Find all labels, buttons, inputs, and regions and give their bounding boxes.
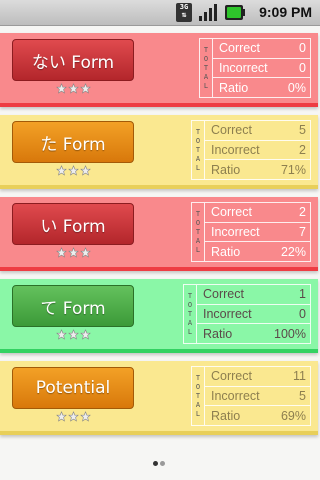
stats-panel: TOTAL Correct 5 Incorrect 2 Ratio 71%	[191, 120, 311, 180]
star-icon	[68, 247, 79, 258]
3g-icon: 3G ⇅	[176, 3, 192, 22]
stat-incorrect: Incorrect 0	[197, 305, 310, 325]
star-icon	[68, 411, 79, 422]
nai-form-button[interactable]: ない Form	[12, 39, 134, 81]
star-icon	[80, 83, 91, 94]
total-label: TOTAL	[192, 121, 205, 179]
star-icon	[68, 165, 79, 176]
stat-ratio: Ratio 22%	[211, 244, 306, 259]
star-icon	[68, 83, 79, 94]
stat-correct: Correct 5	[205, 121, 310, 141]
star-icon	[56, 411, 67, 422]
star-icon	[80, 411, 91, 422]
rating-stars	[56, 247, 91, 259]
stats-panel: TOTAL Correct 11 Incorrect 5 Ratio 69%	[191, 366, 311, 426]
card-potential: Potential TOTAL Correct 11 Incorrect 5 Rat…	[0, 361, 318, 435]
stat-incorrect: Incorrect 5	[205, 387, 310, 407]
battery-icon	[225, 5, 245, 20]
stats-panel: TOTAL Correct 2 Incorrect 7 Ratio 22%	[191, 202, 311, 262]
rating-stars	[56, 411, 91, 423]
star-icon	[56, 247, 67, 258]
stat-correct: Correct 0	[213, 39, 310, 59]
star-icon	[80, 329, 91, 340]
card-te-form: て Form TOTAL Correct 1 Incorrect 0 Ratio 10…	[0, 279, 318, 353]
te-form-button[interactable]: て Form	[12, 285, 134, 327]
stat-ratio: Ratio 100%	[203, 326, 306, 341]
star-icon	[80, 247, 91, 258]
total-label: TOTAL	[184, 285, 197, 343]
star-icon	[56, 165, 67, 176]
stat-correct: Correct 1	[197, 285, 310, 305]
page-dot	[160, 461, 165, 466]
rating-stars	[56, 329, 91, 341]
clock: 9:09 PM	[259, 4, 312, 20]
card-ta-form: た Form TOTAL Correct 5 Incorrect 2 Ratio 71…	[0, 115, 318, 189]
stat-correct: Correct 11	[205, 367, 310, 387]
stat-incorrect: Incorrect 7	[205, 223, 310, 243]
stats-panel: TOTAL Correct 0 Incorrect 0 Ratio 0%	[199, 38, 311, 98]
rating-stars	[56, 83, 91, 95]
potential-button[interactable]: Potential	[12, 367, 134, 409]
star-icon	[56, 83, 67, 94]
card-i-form: い Form TOTAL Correct 2 Incorrect 7 Ratio 22…	[0, 197, 318, 271]
stat-incorrect: Incorrect 2	[205, 141, 310, 161]
i-form-button[interactable]: い Form	[12, 203, 134, 245]
stats-panel: TOTAL Correct 1 Incorrect 0 Ratio 100%	[183, 284, 311, 344]
stat-correct: Correct 2	[205, 203, 310, 223]
total-label: TOTAL	[200, 39, 213, 97]
ta-form-button[interactable]: た Form	[12, 121, 134, 163]
page-dot-active	[153, 461, 158, 466]
total-label: TOTAL	[192, 203, 205, 261]
stat-ratio: Ratio 0%	[219, 80, 306, 95]
status-bar: 3G ⇅ 9:09 PM	[0, 0, 320, 26]
stat-ratio: Ratio 71%	[211, 162, 306, 177]
stat-ratio: Ratio 69%	[211, 408, 306, 423]
card-nai-form: ない Form TOTAL Correct 0 Incorrect 0 Ratio 0…	[0, 33, 318, 107]
total-label: TOTAL	[192, 367, 205, 425]
signal-icon	[199, 4, 217, 21]
rating-stars	[56, 165, 91, 177]
page-indicator[interactable]	[153, 461, 165, 466]
stat-incorrect: Incorrect 0	[213, 59, 310, 79]
star-icon	[56, 329, 67, 340]
star-icon	[68, 329, 79, 340]
star-icon	[80, 165, 91, 176]
